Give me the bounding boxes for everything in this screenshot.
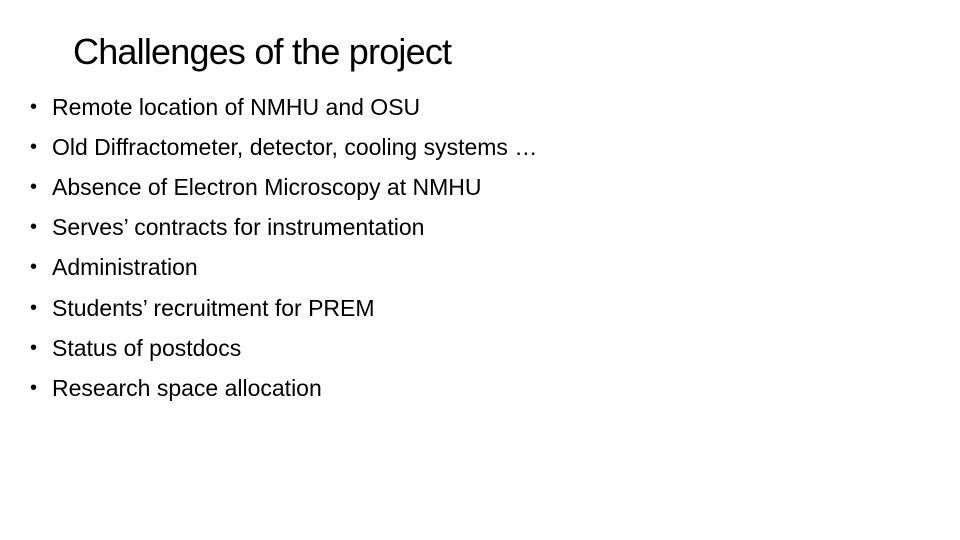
bullet-icon: • — [30, 95, 38, 118]
bullet-icon: • — [30, 256, 38, 279]
bullet-text: Status of postdocs — [52, 334, 242, 361]
bullet-item: • Absence of Electron Microscopy at NMHU — [30, 167, 537, 207]
bullet-item: • Students’ recruitment for PREM — [30, 288, 537, 328]
bullet-item: • Administration — [30, 248, 537, 288]
bullet-item: • Remote location of NMHU and OSU — [30, 87, 537, 127]
bullet-item: • Status of postdocs — [30, 328, 537, 368]
slide: Challenges of the project • Remote locati… — [0, 0, 960, 540]
bullet-icon: • — [30, 216, 38, 239]
bullet-icon: • — [30, 175, 38, 198]
bullet-icon: • — [30, 376, 38, 399]
bullet-item: • Research space allocation — [30, 368, 537, 408]
bullet-text: Absence of Electron Microscopy at NMHU — [52, 173, 482, 200]
bullet-icon: • — [30, 135, 38, 158]
bullet-list: • Remote location of NMHU and OSU • Old Di… — [30, 87, 537, 409]
bullet-item: • Old Diffractometer, detector, cooling s… — [30, 127, 537, 167]
slide-title: Challenges of the project — [73, 31, 452, 72]
bullet-icon: • — [30, 296, 38, 319]
bullet-icon: • — [30, 336, 38, 359]
bullet-text: Remote location of NMHU and OSU — [52, 93, 421, 120]
bullet-text: Administration — [52, 254, 198, 281]
bullet-text: Research space allocation — [52, 374, 322, 401]
bullet-item: • Serves’ contracts for instrumentation — [30, 208, 537, 248]
bullet-text: Students’ recruitment for PREM — [52, 294, 375, 321]
bullet-text: Serves’ contracts for instrumentation — [52, 214, 425, 241]
bullet-text: Old Diffractometer, detector, cooling sy… — [52, 133, 538, 160]
